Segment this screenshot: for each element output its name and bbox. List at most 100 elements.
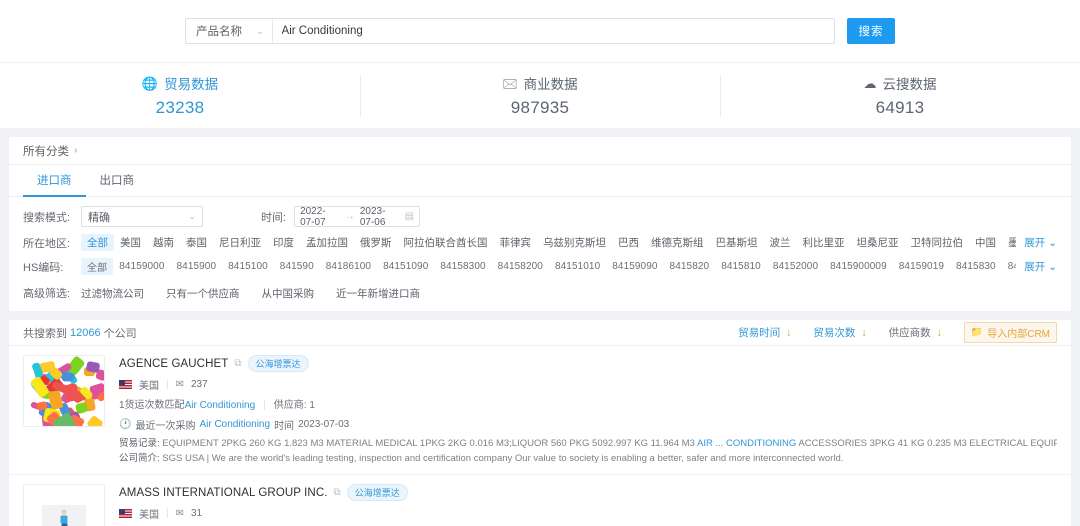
hs-chip-6[interactable]: 84151090 (377, 260, 434, 273)
region-chip-5[interactable]: 印度 (267, 234, 300, 251)
recent-mid: 时间 (274, 417, 294, 432)
advanced-option-3[interactable]: 近一年新增进口商 (336, 286, 420, 301)
flag-icon (119, 380, 132, 389)
region-chip-8[interactable]: 阿拉伯联合酋长国 (398, 234, 494, 251)
hs-chip-13[interactable]: 84152000 (767, 260, 824, 273)
region-chip-0[interactable]: 全部 (81, 234, 114, 251)
copy-icon[interactable]: ⧉ (334, 487, 341, 498)
hs-chip-10[interactable]: 84159090 (606, 260, 663, 273)
expand-label: 展开 (1024, 261, 1045, 273)
region-chip-11[interactable]: 巴西 (612, 234, 645, 251)
hs-expand-button[interactable]: 展开 ⌄ (1016, 259, 1057, 274)
filters: 搜索模式: 精确 ⌄ 时间: 2022-07-07 → 2023-07-06 ▤… (9, 197, 1071, 311)
trade-record-value: EQUIPMENT 2PKG 260 KG 1.823 M3 MATERIAL … (162, 438, 695, 449)
tab-importer[interactable]: 进口商 (23, 165, 86, 197)
region-chip-18[interactable]: 中国 (969, 234, 1002, 251)
hs-chip-5[interactable]: 84186100 (320, 260, 377, 273)
status-badge[interactable]: 公海增票达 (248, 355, 309, 372)
placeholder-image (24, 485, 104, 526)
clock-icon: 🕐 (119, 419, 131, 430)
placeholder-person (61, 510, 68, 526)
results-panel: 共搜索到 12066 个公司 贸易时间 ↓ 贸易次数 ↓ 供应商数 ↓ 📁 (9, 320, 1071, 526)
hs-chip-14[interactable]: 8415900009 (824, 260, 893, 273)
region-chip-12[interactable]: 维德克斯组 (645, 234, 710, 251)
sort-trade-time[interactable]: 贸易时间 ↓ (738, 325, 791, 340)
toy-shape (86, 361, 100, 373)
region-chip-13[interactable]: 巴基斯坦 (710, 234, 764, 251)
country-label: 美国 (139, 506, 159, 521)
date-range-picker[interactable]: 2022-07-07 → 2023-07-06 ▤ (294, 206, 420, 227)
region-chip-6[interactable]: 孟加拉国 (300, 234, 354, 251)
region-chip-14[interactable]: 波兰 (764, 234, 797, 251)
hs-chip-16[interactable]: 8415830 (950, 260, 1002, 273)
hs-chip-7[interactable]: 84158300 (434, 260, 491, 273)
hs-chip-8[interactable]: 84158200 (492, 260, 549, 273)
arrow-down-icon: ↓ (786, 327, 791, 339)
search-button[interactable]: 搜索 (847, 18, 895, 44)
recent-product[interactable]: Air Conditioning (199, 419, 270, 430)
mail-count: 237 (191, 379, 208, 390)
advanced-option-list: 过滤物流公司 只有一个供应商 从中国采购 近一年新增进口商 (81, 286, 1057, 301)
company-meta-row: 美国 | ✉ 237 (119, 377, 1057, 392)
product-link[interactable]: Air Conditioning (185, 400, 256, 411)
hs-chip-3[interactable]: 8415100 (222, 260, 274, 273)
results-suffix: 个公司 (104, 325, 137, 341)
hs-chip-17[interactable]: 8415109000 (1002, 260, 1017, 273)
filter-row-advanced: 高级筛选: 过滤物流公司只有一个供应商从中国采购近一年新增进口商 (23, 285, 1057, 301)
search-category-selector[interactable]: 产品名称 ⌄ (186, 19, 273, 43)
region-chip-10[interactable]: 乌兹别克斯坦 (537, 234, 612, 251)
filter-row-hs: HS编码: 全部84159000841590084151008415908418… (23, 258, 1057, 275)
import-crm-label: 导入内部CRM (987, 325, 1050, 340)
region-chip-4[interactable]: 尼日利亚 (213, 234, 267, 251)
region-chip-7[interactable]: 俄罗斯 (354, 234, 398, 251)
region-chip-19[interactable]: 墨西哥 (1002, 234, 1016, 251)
search-input[interactable] (273, 19, 834, 43)
stat-trade-data[interactable]: 🌐 贸易数据 23238 (0, 73, 360, 118)
hs-chip-12[interactable]: 8415810 (715, 260, 767, 273)
tab-bar: 进口商 出口商 (9, 165, 1071, 197)
hs-chip-9[interactable]: 84151010 (549, 260, 606, 273)
region-chip-9[interactable]: 菲律宾 (494, 234, 538, 251)
hs-chip-1[interactable]: 84159000 (113, 260, 170, 273)
region-chip-16[interactable]: 坦桑尼亚 (851, 234, 905, 251)
hs-chip-15[interactable]: 84159019 (893, 260, 950, 273)
search-mode-label: 搜索模式: (23, 209, 81, 225)
tab-exporter[interactable]: 出口商 (86, 165, 149, 197)
sort-controls: 贸易时间 ↓ 贸易次数 ↓ 供应商数 ↓ 📁 导入内部CRM (738, 322, 1057, 343)
hs-code-chip-list: 全部84159000841590084151008415908418610084… (81, 258, 1016, 275)
search-group: 产品名称 ⌄ 搜索 (185, 18, 895, 44)
sort-trade-count[interactable]: 贸易次数 ↓ (813, 325, 866, 340)
status-badge[interactable]: 公海增票达 (347, 484, 408, 501)
arrow-down-icon: ↓ (937, 327, 942, 339)
stat-business-data[interactable]: 🖂 商业数据 987935 (360, 73, 720, 118)
breadcrumb[interactable]: 所有分类 › (9, 137, 1071, 165)
copy-icon[interactable]: ⧉ (234, 358, 241, 369)
region-expand-button[interactable]: 展开 ⌄ (1016, 235, 1057, 250)
search-mode-select[interactable]: 精确 ⌄ (81, 206, 203, 227)
result-card[interactable]: AGENCE GAUCHET ⧉ 公海增票达 美国 | ✉ 237 1货运次数匹… (9, 346, 1071, 475)
region-chip-3[interactable]: 泰国 (180, 234, 213, 251)
app-root: 产品名称 ⌄ 搜索 🌐 贸易数据 23238 🖂 商业数据 987935 (0, 0, 1080, 526)
filter-panel: 所有分类 › 进口商 出口商 搜索模式: 精确 ⌄ 时间: 2022-07-07… (9, 137, 1071, 311)
region-chip-2[interactable]: 越南 (147, 234, 180, 251)
result-card[interactable]: AMASS INTERNATIONAL GROUP INC. ⧉ 公海增票达 美… (9, 475, 1071, 526)
region-chip-17[interactable]: 卫特同拉伯 (905, 234, 970, 251)
company-name[interactable]: AGENCE GAUCHET (119, 358, 228, 370)
sort-supplier-count[interactable]: 供应商数 ↓ (889, 325, 942, 340)
hs-chip-4[interactable]: 841590 (274, 260, 320, 273)
region-chip-15[interactable]: 利比里亚 (797, 234, 851, 251)
company-name-row: AGENCE GAUCHET ⧉ 公海增票达 (119, 355, 1057, 372)
company-name[interactable]: AMASS INTERNATIONAL GROUP INC. (119, 487, 328, 499)
stat-header: 🖂 商业数据 (502, 73, 577, 93)
hs-chip-2[interactable]: 8415900 (171, 260, 223, 273)
region-chip-1[interactable]: 美国 (114, 234, 147, 251)
hs-chip-0[interactable]: 全部 (81, 258, 113, 275)
import-crm-button[interactable]: 📁 导入内部CRM (964, 322, 1057, 343)
breadcrumb-label: 所有分类 (23, 143, 69, 159)
stat-cloud-search-data[interactable]: ☁ 云搜数据 64913 (720, 73, 1080, 118)
advanced-option-2[interactable]: 从中国采购 (262, 286, 315, 301)
search-mode-value: 精确 (88, 209, 110, 225)
hs-chip-11[interactable]: 8415820 (664, 260, 716, 273)
advanced-option-0[interactable]: 过滤物流公司 (81, 286, 144, 301)
advanced-option-1[interactable]: 只有一个供应商 (166, 286, 240, 301)
